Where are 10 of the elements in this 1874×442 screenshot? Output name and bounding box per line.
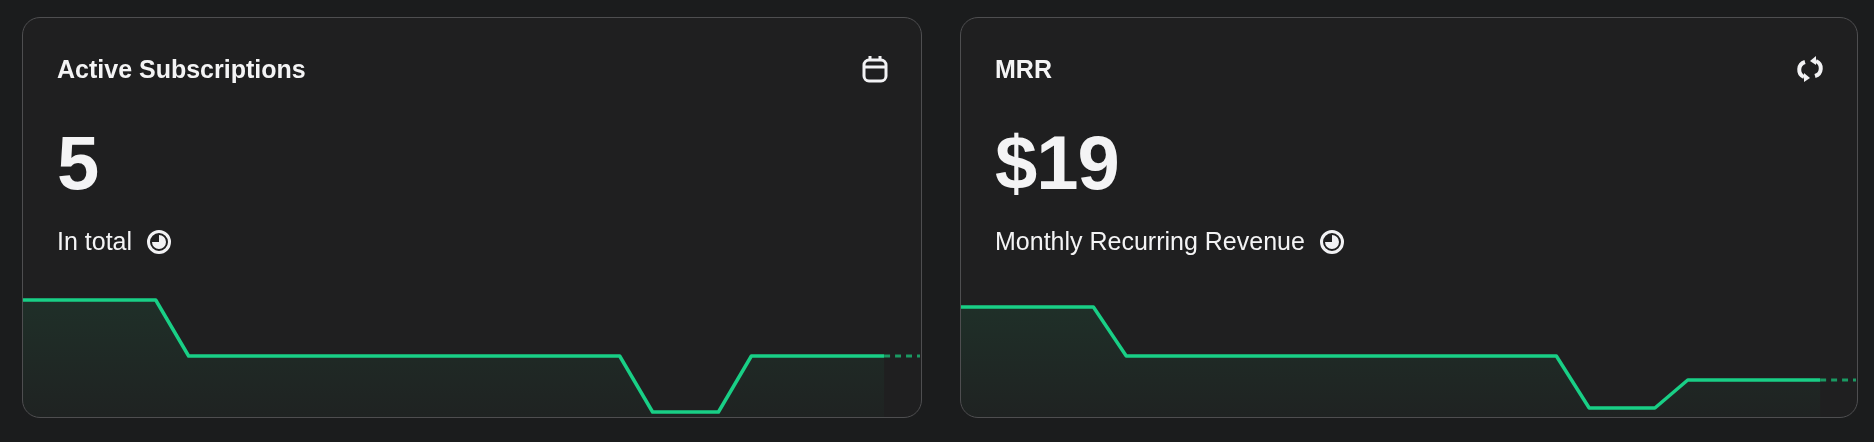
pie-icon [146, 228, 173, 255]
calendar-icon [861, 54, 889, 84]
card-title: MRR [995, 54, 1052, 84]
metric-value: 5 [57, 120, 99, 205]
pie-icon [1318, 228, 1345, 255]
metric-caption: In total [57, 227, 133, 256]
metric-caption: Monthly Recurring Revenue [995, 227, 1305, 256]
metric-value: $19 [995, 120, 1119, 205]
refresh-icon [1795, 55, 1825, 83]
card-title: Active Subscriptions [57, 54, 306, 84]
